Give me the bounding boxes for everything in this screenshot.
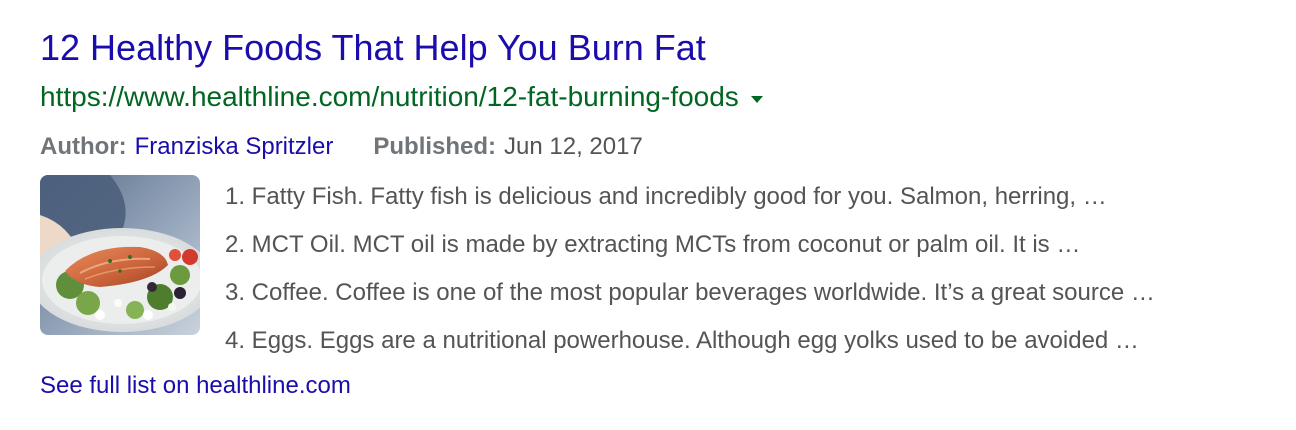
- list-item: 4. Eggs. Eggs are a nutritional powerhou…: [225, 327, 1139, 354]
- author-label: Author:: [40, 133, 127, 160]
- result-title-link[interactable]: 12 Healthy Foods That Help You Burn Fat: [40, 22, 1280, 74]
- see-full-list-link[interactable]: See full list on healthline.com: [40, 366, 1280, 406]
- author-link[interactable]: Franziska Spritzler: [135, 133, 334, 161]
- result-url-row: https://www.healthline.com/nutrition/12-…: [40, 75, 1280, 119]
- list-item: 2. MCT Oil. MCT oil is made by extractin…: [225, 231, 1081, 258]
- list-item: 3. Coffee. Coffee is one of the most pop…: [225, 279, 1155, 306]
- result-url[interactable]: https://www.healthline.com/nutrition/12-…: [40, 75, 739, 119]
- result-meta: Author: Franziska Spritzler Published: J…: [40, 127, 1280, 167]
- published-group: Published: Jun 12, 2017: [373, 133, 642, 161]
- thumbnail-graphic: [40, 175, 200, 335]
- caret-down-icon[interactable]: [750, 95, 763, 103]
- list-item: 1. Fatty Fish. Fatty fish is delicious a…: [225, 183, 1107, 210]
- salmon-salad-image[interactable]: [40, 175, 200, 335]
- result-body: 1. Fatty Fish. Fatty fish is delicious a…: [40, 175, 1280, 365]
- published-label: Published:: [373, 133, 497, 160]
- snippet-list: 1. Fatty Fish. Fatty fish is delicious a…: [225, 173, 1155, 365]
- published-date: Jun 12, 2017: [504, 133, 643, 160]
- search-result: 12 Healthy Foods That Help You Burn Fat …: [40, 22, 1280, 406]
